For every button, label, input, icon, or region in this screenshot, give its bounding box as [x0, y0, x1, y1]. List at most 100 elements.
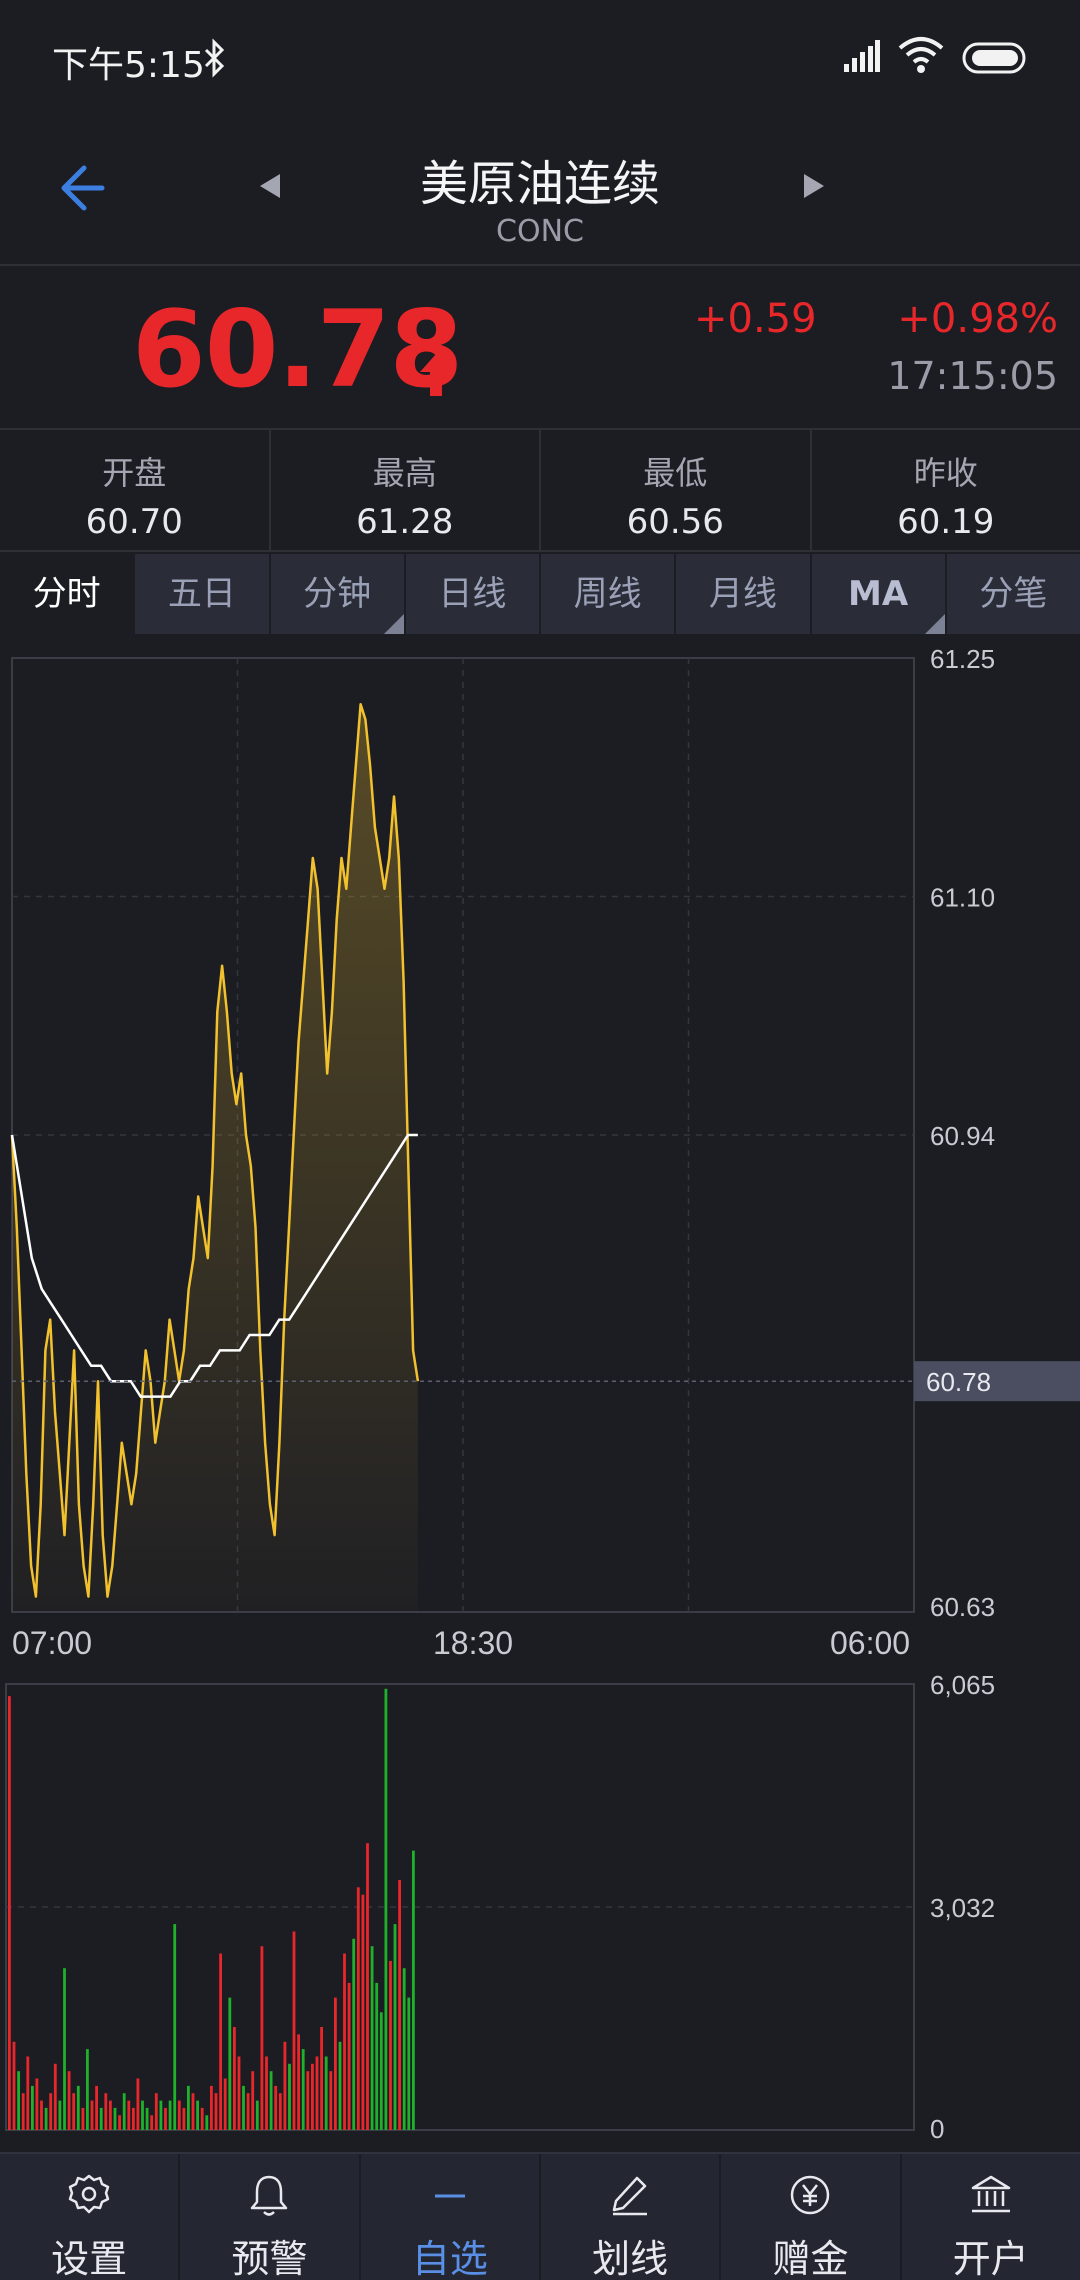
stat-label: 最高 — [372, 454, 437, 492]
y-tick-label: 0 — [930, 2114, 944, 2144]
volume-bar — [283, 2041, 287, 2130]
bank-icon — [971, 2175, 1011, 2213]
symbol-code: CONC — [496, 214, 584, 249]
nav-draw-line[interactable]: 划线 — [541, 2154, 722, 2280]
signal-icon — [844, 40, 880, 72]
volume-bar — [118, 2115, 121, 2130]
tab-label: 分钟 — [303, 574, 372, 614]
volume-bar — [113, 2107, 117, 2130]
y-tick-label: 60.94 — [930, 1121, 995, 1151]
nav-label: 自选 — [411, 2237, 488, 2280]
nav-open-account[interactable]: 开户 — [902, 2154, 1080, 2280]
volume-bar — [338, 2041, 342, 2130]
page-title: 美原油连续 — [419, 156, 660, 212]
volume-bar — [366, 1843, 369, 2130]
x-tick-label: 07:00 — [12, 1625, 92, 1661]
volume-bar — [132, 2107, 135, 2130]
back-arrow-icon[interactable] — [50, 158, 110, 218]
volume-bar — [26, 2056, 30, 2130]
stat-value: 60.19 — [897, 502, 995, 542]
stat-high: 最高 61.28 — [271, 430, 541, 550]
tab-minute[interactable]: 分钟 — [270, 554, 406, 634]
minus-icon — [434, 2194, 465, 2198]
volume-bar — [265, 2056, 268, 2130]
volume-bar — [334, 1997, 337, 2130]
volume-bar — [233, 2027, 236, 2130]
status-time: 下午5:15 — [52, 45, 205, 86]
volume-bar — [274, 2085, 278, 2130]
volume-bar — [242, 2085, 245, 2130]
period-tabs: 分时 五日 分钟 日线 周线 月线 MA 分笔 — [0, 554, 1080, 634]
stats-row: 开盘 60.70 最高 61.28 最低 60.56 昨收 60.19 — [0, 430, 1080, 552]
tab-intraday[interactable]: 分时 — [0, 554, 136, 634]
nav-settings[interactable]: 设置 — [0, 2154, 181, 2280]
tab-daily[interactable]: 日线 — [405, 554, 541, 634]
bell-icon — [251, 2175, 288, 2216]
volume-bar — [393, 1924, 397, 2130]
volume-bar — [35, 2078, 39, 2130]
volume-bar — [136, 2078, 140, 2130]
volume-bar — [145, 2107, 149, 2130]
volume-bar — [95, 2085, 98, 2130]
volume-bar — [356, 1887, 360, 2130]
volume-bar — [251, 2071, 255, 2130]
prev-contract-icon[interactable] — [254, 170, 286, 202]
tab-five-day[interactable]: 五日 — [135, 554, 271, 634]
tab-tick[interactable]: 分笔 — [946, 554, 1080, 634]
nav-alert[interactable]: 预警 — [180, 2154, 361, 2280]
x-tick-label: 18:30 — [433, 1625, 513, 1661]
volume-bar — [347, 1982, 351, 2130]
battery-icon — [962, 42, 1026, 74]
volume-bar — [104, 2093, 108, 2130]
stat-value: 60.70 — [85, 502, 183, 542]
volume-bar — [210, 2085, 213, 2130]
volume-bar — [122, 2093, 126, 2130]
volume-bar — [76, 2085, 80, 2130]
volume-bar — [159, 2100, 163, 2130]
volume-bar — [320, 2027, 323, 2130]
last-price: 60.78 — [132, 288, 463, 411]
next-contract-icon[interactable] — [798, 170, 830, 202]
volume-bar — [269, 2071, 273, 2130]
nav-watchlist[interactable]: 自选 — [361, 2154, 541, 2280]
nav-label: 预警 — [231, 2237, 308, 2280]
tab-monthly[interactable]: 月线 — [676, 554, 812, 634]
wifi-icon — [898, 37, 944, 73]
volume-bar — [389, 1960, 392, 2130]
nav-label: 赠金 — [772, 2237, 849, 2280]
volume-bar — [237, 2056, 241, 2130]
charts-svg[interactable]: 61.25 61.10 60.94 60.63 07:00 18:30 06:00 60.78… — [0, 634, 1080, 2144]
volume-bar — [306, 2071, 310, 2130]
volume-bar — [292, 1931, 296, 2130]
stat-low: 最低 60.56 — [541, 430, 812, 550]
volume-bar — [214, 2093, 218, 2130]
volume-bar — [8, 1696, 11, 2130]
price-chart: 61.25 61.10 60.94 60.63 07:00 18:30 06:00 60.78 — [10, 644, 1080, 1661]
tab-weekly[interactable]: 周线 — [541, 554, 677, 634]
y-tick-label: 6,065 — [930, 1670, 995, 1700]
nav-label: 划线 — [592, 2237, 669, 2280]
y-tick-label: 3,032 — [930, 1893, 995, 1923]
volume-bar — [196, 2100, 199, 2130]
volume-bar — [12, 2041, 16, 2130]
volume-bar — [90, 2100, 94, 2130]
pen-icon — [612, 2176, 648, 2216]
volume-bar — [127, 2100, 131, 2130]
volume-bar — [301, 2049, 305, 2130]
price-change-percent: +0.98% — [897, 296, 1058, 342]
volume-bar — [141, 2100, 144, 2130]
volume-bar — [288, 2063, 291, 2130]
quote-panel: 60.78 +0.59 +0.98% 17:15:05 — [0, 266, 1080, 430]
volume-bar — [164, 2107, 167, 2130]
volume-bar — [191, 2093, 195, 2130]
x-tick-label: 06:00 — [830, 1625, 910, 1661]
y-tick-label: 61.25 — [930, 644, 995, 674]
bluetooth-icon — [204, 38, 225, 78]
y-tick-label: 60.63 — [930, 1592, 995, 1622]
nav-bonus[interactable]: 赠金 — [721, 2154, 902, 2280]
gear-icon — [68, 2174, 110, 2214]
volume-bar — [21, 2093, 25, 2130]
y-tick-label: 61.10 — [930, 883, 995, 913]
tab-ma[interactable]: MA — [811, 554, 947, 634]
stat-value: 61.28 — [356, 502, 454, 542]
